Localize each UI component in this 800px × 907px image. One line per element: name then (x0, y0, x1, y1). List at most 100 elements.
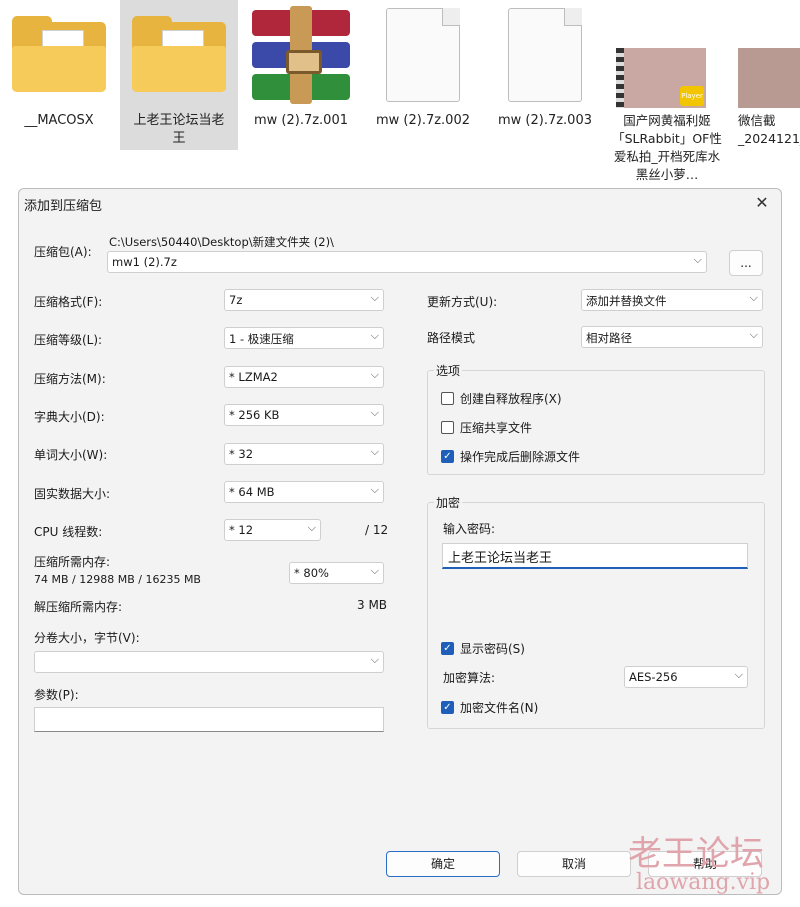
dialog-title: 添加到压缩包 (24, 199, 103, 214)
folder-icon (132, 16, 226, 92)
path-label: 路径模式 (427, 331, 476, 345)
add-to-archive-dialog: 添加到压缩包 ✕ 压缩包(A): C:\Users\50440\Desktop\… (18, 188, 782, 895)
mem-value: * 80% (294, 566, 329, 580)
params-label: 参数(P): (34, 688, 79, 702)
chevron-down-icon: ⌵ (749, 328, 758, 341)
format-select[interactable]: 7z ⌵ (224, 289, 384, 311)
word-select[interactable]: * 32 ⌵ (224, 443, 384, 465)
archive-label: 压缩包(A): (34, 245, 92, 259)
password-input[interactable]: 上老王论坛当老王 (442, 543, 748, 569)
dict-select[interactable]: * 256 KB ⌵ (224, 404, 384, 426)
solid-select[interactable]: * 64 MB ⌵ (224, 481, 384, 503)
decomp-value: 3 MB (357, 598, 388, 612)
show-password-checkbox[interactable]: ✓ (441, 642, 454, 655)
ok-button[interactable]: 确定 (386, 851, 500, 877)
shared-label: 压缩共享文件 (460, 421, 533, 435)
delete-source-checkbox[interactable]: ✓ (441, 450, 454, 463)
file-name: 上老王论坛当老王 (133, 113, 225, 146)
password-value: 上老王论坛当老王 (448, 551, 553, 566)
player-badge: Player (680, 86, 704, 106)
path-value: 相对路径 (586, 331, 632, 345)
watermark-url: laowang.vip (636, 870, 771, 895)
enc-method-select[interactable]: AES-256 ⌵ (624, 666, 748, 688)
encryption-title: 加密 (434, 494, 463, 511)
method-label: 压缩方法(M): (34, 372, 106, 386)
mem-label: 压缩所需内存: (34, 555, 111, 569)
chevron-down-icon: ⌵ (734, 668, 743, 681)
cancel-button[interactable]: 取消 (517, 851, 631, 877)
threads-value: * 12 (229, 523, 254, 537)
split-select[interactable]: ⌵ (34, 651, 384, 673)
word-label: 单词大小(W): (34, 448, 108, 462)
browse-button[interactable]: ... (729, 250, 763, 276)
delete-source-label: 操作完成后删除源文件 (460, 450, 581, 464)
video-file[interactable]: Player 国产网黄福利姬「SLRabbit」OF性爱私拍_开档死库水黑丝小萝… (608, 0, 726, 190)
shared-checkbox[interactable] (441, 421, 454, 434)
file-strip: __MACOSX 上老王论坛当老王 mw (2).7z.001 mw (2).7… (0, 0, 800, 190)
mem-select[interactable]: * 80% ⌵ (289, 562, 384, 584)
file-name: mw (2).7z.002 (375, 113, 470, 128)
method-select[interactable]: * LZMA2 ⌵ (224, 366, 384, 388)
solid-label: 固实数据大小: (34, 487, 111, 501)
method-value: * LZMA2 (229, 370, 278, 384)
chevron-down-icon: ⌵ (370, 564, 379, 577)
blank-file-icon (386, 8, 460, 102)
watermark-title: 老王论坛 (628, 834, 764, 874)
update-select[interactable]: 添加并替换文件 ⌵ (581, 289, 763, 311)
split-label: 分卷大小，字节(V): (34, 631, 140, 645)
sfx-label: 创建自释放程序(X) (460, 392, 562, 406)
archive-file-003[interactable]: mw (2).7z.003 (486, 0, 604, 150)
blank-file-icon (508, 8, 582, 102)
level-label: 压缩等级(L): (34, 333, 103, 347)
folder-icon (12, 16, 106, 92)
chevron-down-icon: ⌵ (370, 406, 379, 419)
archive-file-001[interactable]: mw (2).7z.001 (242, 0, 360, 150)
word-value: * 32 (229, 447, 254, 461)
show-password-label: 显示密码(S) (460, 642, 525, 656)
folder-macosx[interactable]: __MACOSX (0, 0, 118, 150)
update-label: 更新方式(U): (427, 295, 498, 309)
path-select[interactable]: 相对路径 ⌵ (581, 326, 763, 348)
encrypt-names-label: 加密文件名(N) (460, 701, 539, 715)
file-name: 微信截_2024121_50.pn (738, 113, 800, 146)
sfx-checkbox[interactable] (441, 392, 454, 405)
chevron-down-icon: ⌵ (307, 521, 316, 534)
winrar-icon (252, 6, 350, 104)
archive-name-combo[interactable]: mw1 (2).7z ⌵ (107, 251, 707, 273)
mem-detail: 74 MB / 12988 MB / 16235 MB (34, 573, 201, 586)
chevron-down-icon: ⌵ (749, 291, 758, 304)
solid-value: * 64 MB (229, 485, 275, 499)
format-label: 压缩格式(F): (34, 295, 103, 309)
level-select[interactable]: 1 - 极速压缩 ⌵ (224, 327, 384, 349)
enc-method-label: 加密算法: (443, 671, 496, 685)
chevron-down-icon: ⌵ (370, 368, 379, 381)
chevron-down-icon: ⌵ (370, 291, 379, 304)
image-thumbnail-icon (738, 48, 800, 108)
folder-selected[interactable]: 上老王论坛当老王 (120, 0, 238, 150)
file-name: mw (2).7z.003 (497, 113, 592, 128)
chevron-down-icon: ⌵ (370, 483, 379, 496)
archive-path: C:\Users\50440\Desktop\新建文件夹 (2)\ (109, 235, 334, 249)
video-thumbnail-icon: Player (616, 48, 706, 108)
archive-file-002[interactable]: mw (2).7z.002 (364, 0, 482, 150)
chevron-down-icon: ⌵ (370, 445, 379, 458)
chevron-down-icon: ⌵ (370, 653, 379, 666)
archive-name-value: mw1 (2).7z (112, 255, 177, 269)
file-name: 国产网黄福利姬「SLRabbit」OF性爱私拍_开档死库水黑丝小萝… (612, 113, 722, 182)
threads-select[interactable]: * 12 ⌵ (224, 519, 321, 541)
encrypt-names-checkbox[interactable]: ✓ (441, 701, 454, 714)
dict-label: 字典大小(D): (34, 410, 105, 424)
close-icon[interactable]: ✕ (751, 193, 773, 213)
threads-label: CPU 线程数: (34, 525, 103, 539)
file-name: __MACOSX (24, 113, 94, 128)
update-value: 添加并替换文件 (586, 294, 667, 308)
image-file[interactable]: 微信截_2024121_50.pn (730, 0, 800, 190)
dict-value: * 256 KB (229, 408, 280, 422)
chevron-down-icon: ⌵ (370, 329, 379, 342)
decomp-label: 解压缩所需内存: (34, 600, 123, 614)
options-title: 选项 (434, 362, 463, 379)
level-value: 1 - 极速压缩 (229, 332, 294, 346)
params-input[interactable] (34, 707, 384, 732)
threads-max: / 12 (365, 523, 389, 537)
enc-method-value: AES-256 (629, 670, 678, 684)
